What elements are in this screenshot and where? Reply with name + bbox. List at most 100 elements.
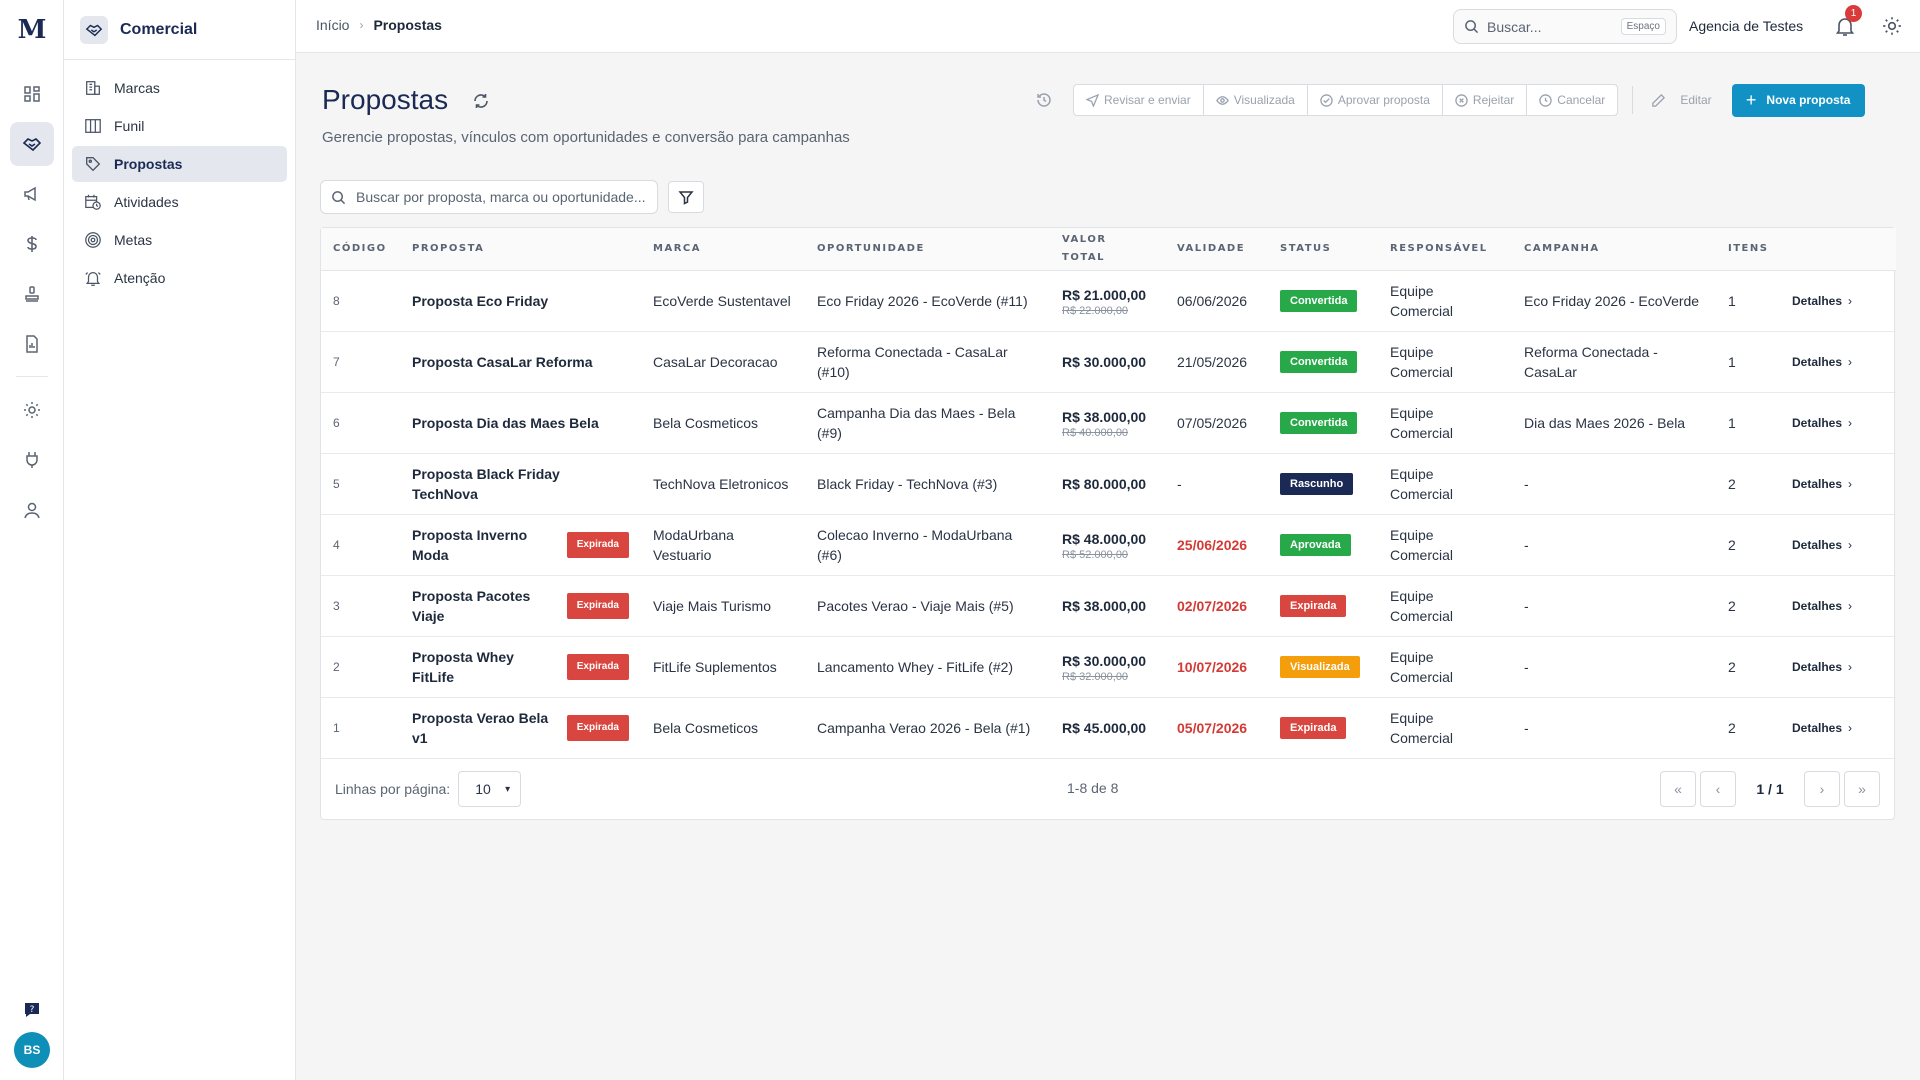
calendar-clock-icon: [85, 194, 101, 210]
breadcrumb-home[interactable]: Início: [316, 17, 349, 33]
proposal-name[interactable]: Proposta Inverno Moda: [412, 525, 559, 565]
sidebar-item-funil[interactable]: Funil: [72, 108, 287, 144]
dashboard-icon[interactable]: [10, 72, 54, 116]
history-icon[interactable]: [1035, 91, 1053, 109]
col-total[interactable]: VALOR TOTAL: [1050, 228, 1165, 271]
col-owner[interactable]: RESPONSÁVEL: [1378, 228, 1512, 271]
total-value: R$ 48.000,00: [1062, 530, 1147, 547]
reject-label: Rejeitar: [1472, 93, 1515, 107]
total-value: R$ 38.000,00: [1062, 597, 1147, 614]
user-icon[interactable]: [10, 488, 54, 532]
edit-button[interactable]: Editar: [1651, 93, 1712, 108]
filter-button[interactable]: [668, 181, 704, 213]
proposal-name[interactable]: Proposta Verao Bela v1: [412, 708, 559, 748]
plug-icon[interactable]: [10, 438, 54, 482]
cell-validity: 05/07/2026: [1177, 719, 1248, 736]
page-title: Propostas: [322, 84, 449, 115]
details-link[interactable]: Detalhes ›: [1792, 599, 1852, 613]
status-badge: Aprovada: [1280, 534, 1351, 556]
rows-per-page-select[interactable]: 10 ▾: [458, 771, 522, 807]
help-chat-icon[interactable]: ?: [10, 988, 54, 1032]
details-link[interactable]: Detalhes ›: [1792, 477, 1852, 491]
cell-brand: EcoVerde Sustentavel: [653, 292, 791, 309]
last-page-button[interactable]: »: [1844, 771, 1880, 807]
details-link[interactable]: Detalhes ›: [1792, 721, 1852, 735]
approve-button[interactable]: Aprovar proposta: [1308, 85, 1443, 115]
pagination-bar: Linhas por página: 10 ▾ 1-8 de 8 « ‹ 1 /…: [321, 759, 1894, 819]
details-link[interactable]: Detalhes ›: [1792, 416, 1852, 430]
send-icon: [1086, 93, 1099, 107]
details-link[interactable]: Detalhes ›: [1792, 538, 1852, 552]
cell-proposal: Proposta Dia das Maes Bela: [400, 392, 641, 453]
agency-selector[interactable]: Agencia de Testes: [1689, 18, 1803, 34]
expired-tag: Expirada: [566, 592, 629, 619]
col-proposal[interactable]: PROPOSTA: [400, 228, 641, 271]
table-row[interactable]: 1 Proposta Verao Bela v1 Expirada Bela Cosm…: [321, 697, 1896, 758]
table-row[interactable]: 8 Proposta Eco Friday EcoVerde Sustentavel…: [321, 270, 1896, 331]
details-label: Detalhes: [1792, 599, 1843, 613]
col-code[interactable]: CÓDIGO: [321, 228, 400, 271]
cell-campaign: Eco Friday 2026 - EcoVerde: [1524, 292, 1700, 309]
global-search-input[interactable]: Buscar... Espaço: [1453, 9, 1677, 44]
col-brand[interactable]: MARCA: [641, 228, 805, 271]
megaphone-icon[interactable]: [10, 172, 54, 216]
next-page-button[interactable]: ›: [1804, 771, 1840, 807]
mark-viewed-button[interactable]: Visualizada: [1204, 85, 1308, 115]
proposal-name[interactable]: Proposta Whey FitLife: [412, 647, 559, 687]
sidebar-item-propostas[interactable]: Propostas: [72, 146, 287, 182]
table-row[interactable]: 2 Proposta Whey FitLife Expirada FitLife Su…: [321, 636, 1896, 697]
stamp-icon[interactable]: [10, 272, 54, 316]
cell-code: 5: [333, 476, 340, 491]
first-page-button[interactable]: «: [1660, 771, 1696, 807]
cell-status: Expirada: [1268, 575, 1378, 636]
details-link[interactable]: Detalhes ›: [1792, 294, 1852, 308]
proposal-search-input[interactable]: Buscar por proposta, marca ou oportunida…: [320, 180, 658, 214]
table-row[interactable]: 7 Proposta CasaLar Reforma CasaLar Decorac…: [321, 331, 1896, 392]
table-row[interactable]: 6 Proposta Dia das Maes Bela Bela Cosmetic…: [321, 392, 1896, 453]
cell-owner: Equipe Comercial: [1390, 526, 1454, 563]
cancel-button[interactable]: Cancelar: [1527, 85, 1617, 115]
sidebar-item-metas[interactable]: Metas: [72, 222, 287, 258]
cell-validity: -: [1177, 475, 1182, 492]
avatar[interactable]: BS: [14, 1032, 50, 1068]
cell-campaign: -: [1524, 658, 1529, 675]
proposal-name[interactable]: Proposta Pacotes Viaje: [412, 586, 559, 626]
handshake-icon: [80, 15, 108, 44]
cell-items: 1: [1728, 353, 1736, 370]
col-campaign[interactable]: CAMPANHA: [1512, 228, 1716, 271]
proposal-name[interactable]: Proposta Black Friday TechNova: [412, 466, 560, 502]
app-logo[interactable]: M: [16, 14, 48, 46]
proposal-name[interactable]: Proposta Eco Friday: [412, 293, 548, 309]
details-link[interactable]: Detalhes ›: [1792, 355, 1852, 369]
col-opportunity[interactable]: OPORTUNIDADE: [805, 228, 1050, 271]
col-items[interactable]: ITENS: [1716, 228, 1780, 271]
handshake-icon[interactable]: [10, 122, 54, 166]
table-row[interactable]: 4 Proposta Inverno Moda Expirada ModaUrbana…: [321, 514, 1896, 575]
settings-gear-icon[interactable]: [1881, 15, 1903, 37]
gear-icon[interactable]: [10, 388, 54, 432]
col-validity[interactable]: VALIDADE: [1165, 228, 1268, 271]
table-row[interactable]: 3 Proposta Pacotes Viaje Expirada Viaje Mai…: [321, 575, 1896, 636]
dollar-icon[interactable]: [10, 222, 54, 266]
sidebar-item-atividades[interactable]: Atividades: [72, 184, 287, 220]
col-status[interactable]: STATUS: [1268, 228, 1378, 271]
edit-label: Editar: [1680, 93, 1712, 107]
total-value: R$ 30.000,00: [1062, 353, 1147, 370]
proposal-name[interactable]: Proposta CasaLar Reforma: [412, 354, 593, 370]
report-icon[interactable]: [10, 322, 54, 366]
cell-campaign: -: [1524, 719, 1529, 736]
reject-button[interactable]: Rejeitar: [1443, 85, 1528, 115]
cell-status: Visualizada: [1268, 636, 1378, 697]
table-row[interactable]: 5 Proposta Black Friday TechNova TechNova …: [321, 453, 1896, 514]
proposal-name[interactable]: Proposta Dia das Maes Bela: [412, 415, 599, 431]
refresh-icon[interactable]: [472, 92, 490, 110]
cell-actions: Detalhes ›: [1780, 331, 1896, 392]
new-proposal-button[interactable]: + Nova proposta: [1731, 83, 1865, 117]
sidebar-item-marcas[interactable]: Marcas: [72, 70, 287, 106]
sidebar-item-atencao[interactable]: Atenção: [72, 260, 287, 296]
details-link[interactable]: Detalhes ›: [1792, 660, 1852, 674]
cell-actions: Detalhes ›: [1780, 453, 1896, 514]
prev-page-button[interactable]: ‹: [1700, 771, 1736, 807]
chevron-right-icon: ›: [1848, 355, 1853, 369]
review-send-button[interactable]: Revisar e enviar: [1074, 85, 1204, 115]
